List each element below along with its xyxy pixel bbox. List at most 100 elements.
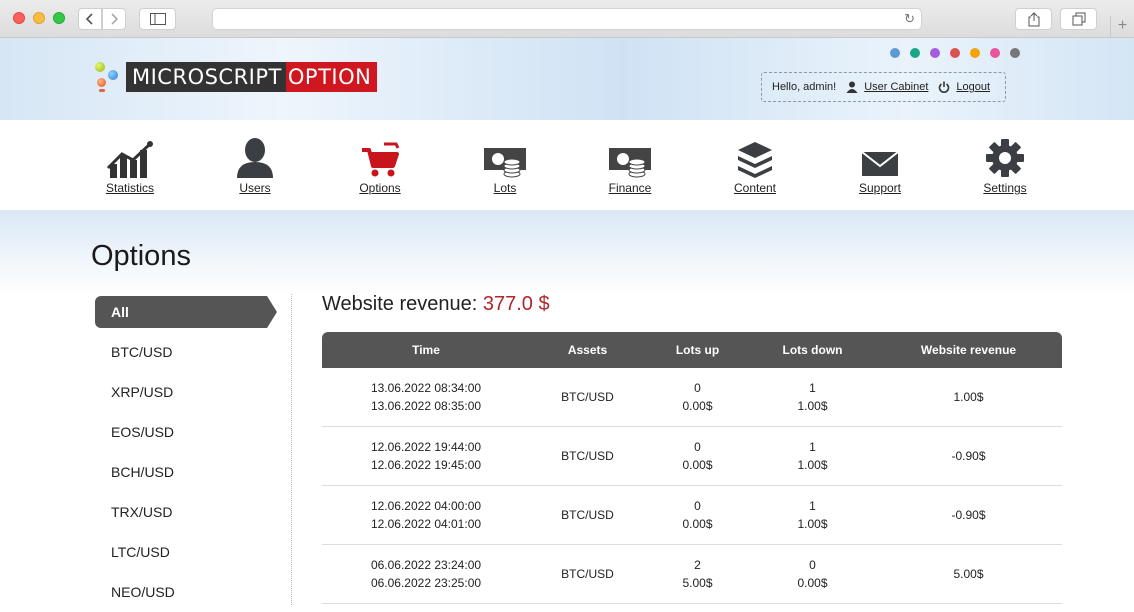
logo-balls-icon [92,60,126,94]
nav-label: Finance [608,181,652,195]
table-header: Time Assets Lots up Lots down Website re… [322,332,1062,368]
lots-down-sum: 0.00$ [797,576,828,590]
gear-icon [986,139,1024,177]
power-icon [939,81,950,93]
nav-label: Content [733,181,777,195]
time-end: 06.06.2022 23:25:00 [370,576,482,590]
theme-color-swatch[interactable] [910,48,920,58]
theme-color-swatch[interactable] [890,48,900,58]
lots-up-count: 2 [694,558,701,572]
column-header-lots-down: Lots down [782,343,843,357]
chevron-right-icon [111,13,119,25]
revenue-cell: -0.90$ [951,508,986,522]
nav-label: Statistics [105,181,154,195]
time-start: 06.06.2022 23:24:00 [370,558,482,572]
asset-cell: BTC/USD [561,390,614,404]
zoom-window-button[interactable] [53,12,65,24]
logo-text-primary: MICROSCRIPT [126,62,286,92]
time-end: 13.06.2022 08:35:00 [370,399,482,413]
user-cabinet-link[interactable]: User Cabinet [864,81,928,93]
filter-item-eos-usd[interactable]: EOS/USD [95,412,267,452]
revenue-cell: -0.90$ [951,449,986,463]
filter-item-xrp-usd[interactable]: XRP/USD [95,372,267,412]
theme-color-picker [890,48,1020,58]
theme-color-swatch[interactable] [970,48,980,58]
back-button[interactable] [78,8,102,30]
share-icon [1028,11,1039,26]
nav-item-statistics[interactable]: Statistics [80,138,180,195]
page-title: Options [91,240,191,272]
lots-up-count: 0 [694,381,701,395]
tabs-icon [1072,12,1085,26]
tab-overview-button[interactable] [1060,8,1097,30]
chevron-left-icon [85,13,93,25]
table-row[interactable]: 12.06.2022 04:00:00 12.06.2022 04:01:00 B… [322,486,1062,545]
revenue-value: 377.0 $ [482,293,550,315]
nav-label: Support [858,181,902,195]
nav-item-support[interactable]: Support [830,138,930,195]
column-header-website-revenue: Website revenue [920,343,1017,357]
nav-item-options[interactable]: Options [330,138,430,195]
website-revenue-summary: Website revenue: 377.0 $ [322,293,550,316]
asset-cell: BTC/USD [561,449,614,463]
nav-item-lots[interactable]: Lots [455,138,555,195]
filter-item-trx-usd[interactable]: TRX/USD [95,492,267,532]
nav-label: Users [239,181,271,195]
coins-icon [484,148,526,178]
lots-down-count: 1 [809,440,816,454]
site-logo[interactable]: MICROSCRIPT OPTION [92,60,378,94]
envelope-icon [861,151,899,176]
table-row[interactable]: 13.06.2022 08:34:00 13.06.2022 08:35:00 B… [322,368,1062,427]
theme-color-swatch[interactable] [950,48,960,58]
divider [291,294,292,605]
revenue-cell: 1.00$ [953,390,984,404]
main-navigation: Statistics Users Options Lots Finance Co… [0,120,1134,210]
share-button[interactable] [1015,8,1052,30]
nav-item-finance[interactable]: Finance [580,138,680,195]
filter-item-btc-usd[interactable]: BTC/USD [95,332,267,372]
browser-toolbar: ↻ + [0,0,1134,38]
lots-down-count: 1 [809,381,816,395]
lots-down-sum: 1.00$ [797,399,828,413]
address-bar[interactable]: ↻ [212,8,922,30]
nav-item-users[interactable]: Users [205,138,305,195]
table-row[interactable]: 12.06.2022 19:44:00 12.06.2022 19:45:00 B… [322,427,1062,486]
cart-icon [362,142,400,177]
lots-up-sum: 5.00$ [682,576,713,590]
filter-item-bch-usd[interactable]: BCH/USD [95,452,267,492]
filter-item-ltc-usd[interactable]: LTC/USD [95,532,267,572]
logout-link[interactable]: Logout [956,81,990,93]
reload-icon[interactable]: ↻ [904,11,915,27]
greeting-text: Hello, admin! [772,81,837,93]
lots-down-sum: 1.00$ [797,517,828,531]
lots-up-sum: 0.00$ [682,517,713,531]
theme-color-swatch[interactable] [990,48,1000,58]
lots-down-count: 1 [809,499,816,513]
theme-color-swatch[interactable] [930,48,940,58]
time-end: 12.06.2022 19:45:00 [370,458,482,472]
forward-button[interactable] [102,8,126,30]
time-start: 12.06.2022 04:00:00 [370,499,482,513]
nav-item-content[interactable]: Content [705,138,805,195]
theme-color-swatch[interactable] [1010,48,1020,58]
nav-label: Options [359,181,401,195]
table-row[interactable]: 06.06.2022 23:24:00 06.06.2022 23:25:00 B… [322,545,1062,604]
filter-item-neo-usd[interactable]: NEO/USD [95,572,267,612]
asset-cell: BTC/USD [561,508,614,522]
nav-item-settings[interactable]: Settings [955,138,1055,195]
user-icon [846,81,858,93]
lots-up-sum: 0.00$ [682,458,713,472]
sidebar-toggle-button[interactable] [139,8,176,30]
column-header-lots-up: Lots up [675,343,720,357]
minimize-window-button[interactable] [33,12,45,24]
nav-label: Settings [983,181,1027,195]
new-tab-button[interactable]: + [1110,16,1134,38]
close-window-button[interactable] [13,12,25,24]
time-end: 12.06.2022 04:01:00 [370,517,482,531]
statistics-icon [106,141,153,178]
layers-icon [738,142,772,178]
lots-down-sum: 1.00$ [797,458,828,472]
sidebar-icon [149,13,166,25]
logo-text-secondary: OPTION [285,62,378,92]
filter-item-all[interactable]: All [95,296,277,328]
